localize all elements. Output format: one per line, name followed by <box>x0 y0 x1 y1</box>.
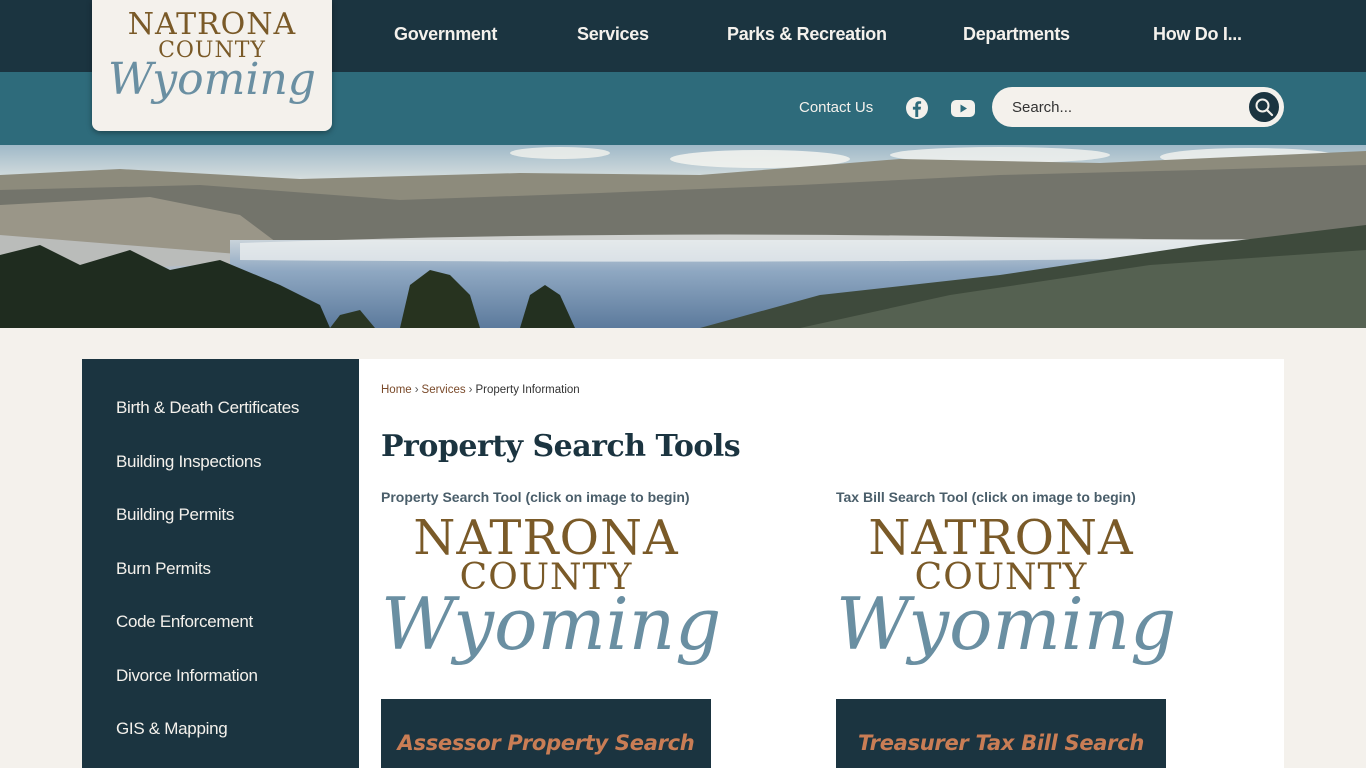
breadcrumb-separator: › <box>414 384 419 396</box>
sidebar-item-gis-mapping[interactable]: GIS & Mapping <box>116 719 228 739</box>
facebook-link[interactable] <box>905 96 929 120</box>
logo-line-wyoming: Wyoming <box>381 582 722 666</box>
sidebar-item-building-inspections[interactable]: Building Inspections <box>116 452 262 472</box>
page-title: Property Search Tools <box>381 429 741 464</box>
facebook-icon <box>906 97 928 119</box>
search-bar <box>992 87 1284 127</box>
natrona-county-logo-image: NATRONA COUNTY Wyoming <box>381 510 722 699</box>
logo-text: NATRONA COUNTY Wyoming <box>381 510 722 666</box>
nav-how-do-i[interactable]: How Do I... <box>1153 24 1242 45</box>
youtube-icon <box>951 100 975 117</box>
search-input[interactable] <box>1012 97 1232 117</box>
hero-banner-image <box>0 145 1366 328</box>
sidebar-item-divorce-information[interactable]: Divorce Information <box>116 666 258 686</box>
logo-line-natrona: NATRONA <box>868 510 1134 566</box>
nav-parks-recreation[interactable]: Parks & Recreation <box>727 24 887 45</box>
assessor-property-search-button[interactable]: Assessor Property Search <box>381 699 711 768</box>
assessor-property-search-label: Assessor Property Search <box>397 731 695 755</box>
logo-line-natrona: NATRONA <box>413 510 679 566</box>
property-search-tool-label: Property Search Tool (click on image to … <box>381 489 690 505</box>
breadcrumb-current: Property Information <box>475 384 580 396</box>
logo-line-wyoming: Wyoming <box>108 54 316 105</box>
logo-line-natrona: NATRONA <box>127 7 297 42</box>
sidebar-item-burn-permits[interactable]: Burn Permits <box>116 559 211 579</box>
tax-bill-search-tool-label: Tax Bill Search Tool (click on image to … <box>836 489 1136 505</box>
treasurer-tax-bill-search-link[interactable]: NATRONA COUNTY Wyoming Treasurer Tax Bil… <box>836 510 1177 768</box>
sidebar-item-code-enforcement[interactable]: Code Enforcement <box>116 612 253 632</box>
nav-government[interactable]: Government <box>394 24 497 45</box>
logo-text: NATRONA COUNTY Wyoming <box>92 10 332 102</box>
sidebar-nav: Birth & Death Certificates Building Insp… <box>82 359 359 768</box>
search-button[interactable] <box>1247 90 1281 124</box>
sidebar-item-birth-death-certificates[interactable]: Birth & Death Certificates <box>116 398 299 418</box>
nav-services[interactable]: Services <box>577 24 649 45</box>
youtube-link[interactable] <box>950 96 976 120</box>
assessor-property-search-link[interactable]: NATRONA COUNTY Wyoming Assessor Property… <box>381 510 722 768</box>
breadcrumb-home[interactable]: Home <box>381 384 412 396</box>
logo-text: NATRONA COUNTY Wyoming <box>836 510 1177 666</box>
treasurer-tax-bill-search-label: Treasurer Tax Bill Search <box>857 731 1145 755</box>
breadcrumb-separator: › <box>468 384 473 396</box>
sidebar-item-building-permits[interactable]: Building Permits <box>116 505 234 525</box>
breadcrumb: Home › Services › Property Information <box>381 384 580 396</box>
site-logo[interactable]: NATRONA COUNTY Wyoming <box>92 0 332 131</box>
contact-us-link[interactable]: Contact Us <box>799 99 873 116</box>
treasurer-tax-bill-search-button[interactable]: Treasurer Tax Bill Search <box>836 699 1166 768</box>
logo-line-wyoming: Wyoming <box>836 582 1177 666</box>
natrona-county-logo-image: NATRONA COUNTY Wyoming <box>836 510 1177 699</box>
nav-departments[interactable]: Departments <box>963 24 1070 45</box>
search-icon <box>1255 98 1274 117</box>
main-content: Home › Services › Property Information Prope… <box>359 359 1284 768</box>
landscape-illustration <box>0 145 1366 328</box>
breadcrumb-services[interactable]: Services <box>422 384 466 396</box>
